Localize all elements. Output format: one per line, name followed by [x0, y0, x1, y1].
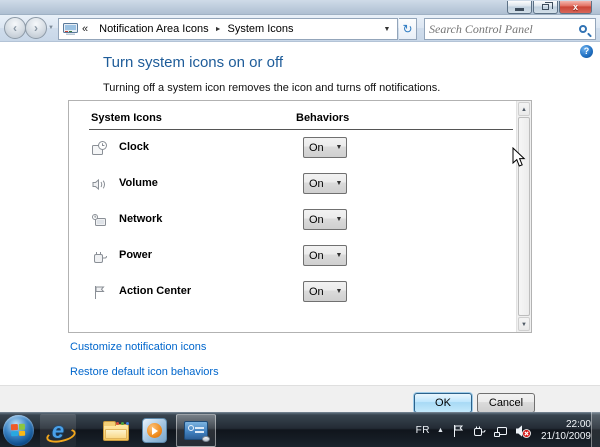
table-row-network: Network On ▼	[69, 202, 516, 238]
row-label: Action Center	[119, 285, 191, 297]
row-label: Clock	[119, 141, 149, 153]
show-hidden-icons-button[interactable]: ▲	[437, 427, 444, 434]
search-input[interactable]	[425, 22, 579, 37]
power-tray-icon[interactable]	[472, 424, 486, 438]
chevron-down-icon: ▼	[332, 252, 346, 259]
taskbar: e FR ▲	[0, 412, 600, 447]
address-dropdown-icon[interactable]: ▼	[379, 26, 395, 33]
clock-time: 22:00	[541, 419, 591, 431]
network-tray-icon[interactable]	[493, 424, 508, 438]
taskbar-control-panel-window-button[interactable]	[176, 414, 216, 447]
restore-icon	[542, 4, 549, 10]
taskbar-media-player-button[interactable]	[136, 414, 172, 447]
power-icon	[91, 248, 108, 265]
row-label: Volume	[119, 177, 158, 189]
dialog-footer: OK Cancel	[0, 385, 600, 412]
minimize-button[interactable]	[507, 1, 532, 14]
table-row-volume: Volume On ▼	[69, 166, 516, 202]
breadcrumb-separator-icon[interactable]: ►	[214, 26, 223, 33]
help-icon[interactable]: ?	[580, 45, 593, 58]
table-row-clock: Clock On ▼	[69, 130, 516, 166]
taskbar-clock[interactable]: 22:00 21/10/2009	[541, 419, 591, 443]
row-label: Network	[119, 213, 162, 225]
behavior-dropdown-clock[interactable]: On ▼	[303, 137, 347, 158]
vertical-scrollbar[interactable]: ▲ ▼	[516, 101, 531, 332]
desktop: x ‹ › ▼ « Notification Area Icons ► Syst…	[0, 0, 600, 447]
recent-pages-chevron-icon[interactable]: ▼	[48, 25, 54, 31]
scroll-down-icon[interactable]: ▼	[518, 317, 530, 331]
restore-default-icon-behaviors-link[interactable]: Restore default icon behaviors	[70, 366, 219, 378]
column-header-system-icons: System Icons	[91, 112, 162, 124]
mouse-cursor	[512, 147, 526, 168]
internet-explorer-icon: e	[52, 420, 64, 442]
ok-button[interactable]: OK	[414, 393, 472, 413]
network-icon	[91, 212, 108, 229]
behavior-dropdown-power[interactable]: On ▼	[303, 245, 347, 266]
action-center-flag-icon	[91, 284, 108, 301]
dropdown-value: On	[304, 214, 332, 226]
table-row-action-center: Action Center On ▼	[69, 274, 516, 310]
dropdown-value: On	[304, 250, 332, 262]
address-bar[interactable]: « Notification Area Icons ► System Icons…	[58, 18, 398, 40]
system-icons-panel: System Icons Behaviors Clock On ▼	[68, 100, 532, 333]
system-icon-rows: Clock On ▼ Volume On ▼	[69, 130, 516, 310]
minimize-icon	[515, 8, 524, 11]
behavior-dropdown-action-center[interactable]: On ▼	[303, 281, 347, 302]
back-button[interactable]: ‹	[4, 17, 26, 39]
forward-button[interactable]: ›	[25, 17, 47, 39]
chevron-down-icon: ▼	[332, 288, 346, 295]
page-subtitle: Turning off a system icon removes the ic…	[103, 82, 440, 94]
folder-icon	[103, 424, 129, 441]
search-box	[424, 18, 596, 40]
chevron-down-icon: ▼	[332, 144, 346, 151]
start-button[interactable]	[3, 415, 34, 446]
close-icon: x	[573, 3, 578, 12]
dropdown-value: On	[304, 286, 332, 298]
search-icon[interactable]	[579, 25, 587, 33]
page-title: Turn system icons on or off	[103, 54, 283, 71]
breadcrumb-overflow-button[interactable]: «	[82, 23, 88, 35]
column-header-behaviors: Behaviors	[296, 112, 349, 124]
language-indicator[interactable]: FR	[416, 425, 430, 436]
taskbar-explorer-button[interactable]	[98, 414, 134, 447]
chevron-down-icon: ▼	[332, 216, 346, 223]
close-button[interactable]: x	[559, 1, 592, 14]
control-panel-icon	[63, 23, 78, 35]
system-tray: FR ▲ 22:00 21/10/2009	[416, 413, 591, 447]
media-player-icon	[142, 418, 167, 443]
row-label: Power	[119, 249, 152, 261]
behavior-dropdown-volume[interactable]: On ▼	[303, 173, 347, 194]
table-row-power: Power On ▼	[69, 238, 516, 274]
show-desktop-button[interactable]	[591, 412, 600, 447]
breadcrumb-item-system-icons[interactable]: System Icons	[223, 20, 299, 38]
chevron-down-icon: ▼	[332, 180, 346, 187]
customize-notification-icons-link[interactable]: Customize notification icons	[70, 341, 206, 353]
cancel-button[interactable]: Cancel	[477, 393, 535, 413]
restore-button[interactable]	[533, 1, 558, 14]
clock-date: 21/10/2009	[541, 431, 591, 443]
dropdown-value: On	[304, 142, 332, 154]
window-titlebar[interactable]: x	[0, 0, 600, 15]
refresh-button[interactable]: ↻	[399, 18, 417, 40]
volume-muted-tray-icon[interactable]	[515, 424, 531, 438]
scroll-up-icon[interactable]: ▲	[518, 102, 530, 116]
breadcrumb-item-notification-area-icons[interactable]: Notification Area Icons	[94, 20, 213, 38]
volume-icon	[91, 176, 108, 193]
control-panel-window-icon	[184, 421, 208, 440]
caption-buttons: x	[506, 1, 592, 14]
clock-icon	[91, 140, 108, 157]
action-center-tray-icon[interactable]	[451, 424, 465, 438]
windows-logo-icon	[11, 424, 25, 436]
taskbar-internet-explorer-button[interactable]: e	[40, 414, 76, 447]
navigation-bar: ‹ › ▼ « Notification Area Icons ► System…	[0, 15, 600, 42]
dropdown-value: On	[304, 178, 332, 190]
behavior-dropdown-network[interactable]: On ▼	[303, 209, 347, 230]
